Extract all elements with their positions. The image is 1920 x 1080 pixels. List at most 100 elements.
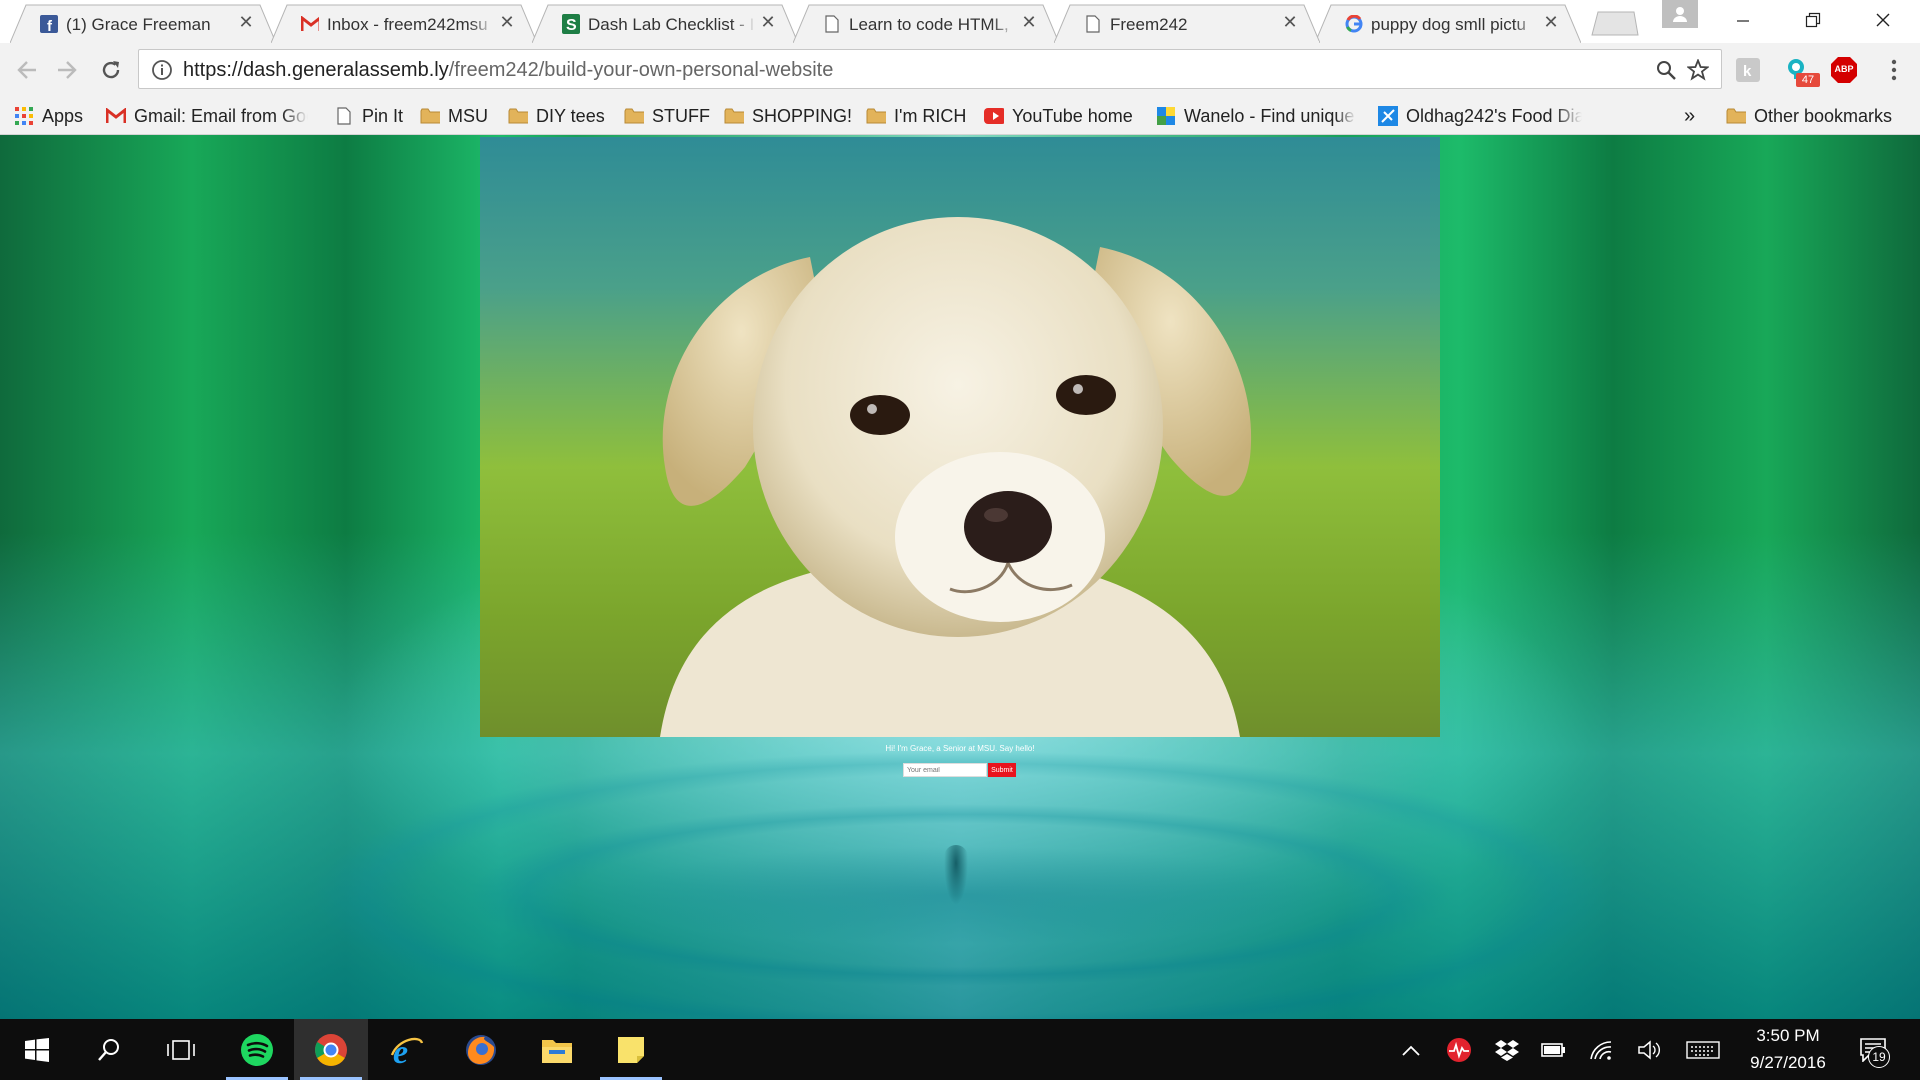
url-path: /freem242/build-your-own-personal-websit… (448, 59, 834, 81)
gmail-icon (301, 15, 319, 33)
gmail-icon (106, 107, 126, 125)
wanelo-icon (1156, 107, 1176, 125)
bookmark-apps[interactable]: Apps (14, 103, 83, 129)
browser-toolbar: https://dash.generalassemb.ly/freem242/b… (0, 43, 1920, 97)
folder-icon (866, 107, 886, 125)
start-button[interactable] (0, 1019, 74, 1080)
adblock-plus-icon[interactable]: ABP (1830, 56, 1858, 84)
taskbar-spotify[interactable] (220, 1019, 294, 1080)
taskbar-chrome-active[interactable] (294, 1019, 368, 1080)
tray-dropbox[interactable] (1490, 1033, 1524, 1067)
puppy-hero-image (480, 137, 1440, 737)
tab-dash-lab-checklist[interactable]: S Dash Lab Checklist - I ✕ (532, 4, 798, 43)
new-tab-button[interactable] (1586, 10, 1640, 36)
bookmark-wanelo[interactable]: Wanelo - Find unique (1156, 103, 1356, 129)
bookmark-folder-msu[interactable]: MSU (420, 103, 488, 129)
tray-volume[interactable] (1632, 1033, 1666, 1067)
page-icon (823, 15, 841, 33)
back-arrow-icon (17, 61, 36, 79)
bookmark-star-icon[interactable] (1687, 59, 1709, 81)
bookmarks-overflow-button[interactable]: » (1684, 103, 1695, 129)
tab-gmail[interactable]: Inbox - freem242msu ✕ (271, 4, 537, 43)
windows-taskbar: e (0, 1019, 1920, 1080)
profile-avatar-icon[interactable] (1662, 0, 1698, 28)
bookmark-folder-im-rich[interactable]: I'm RICH (866, 103, 966, 129)
tab-google-search[interactable]: puppy dog smll pictu ✕ (1315, 4, 1581, 43)
close-icon (1876, 13, 1890, 27)
tab-freem242-active[interactable]: Freem242 ✕ (1054, 4, 1320, 43)
bookmark-label: I'm RICH (894, 105, 967, 126)
internet-explorer-icon: e (390, 1034, 424, 1067)
zoom-search-icon[interactable] (1655, 59, 1677, 81)
show-hidden-icons-button[interactable] (1394, 1033, 1428, 1067)
intro-text: Hi! I'm Grace, a Senior at MSU. Say hell… (885, 744, 1035, 753)
clock-date[interactable]: 9/27/2016 (1740, 1053, 1836, 1073)
bookmark-food-diary[interactable]: Oldhag242's Food Dia (1378, 103, 1582, 129)
dropbox-icon (1495, 1040, 1519, 1061)
bookmark-label: Wanelo - Find unique (1184, 105, 1355, 126)
food-diary-icon (1378, 106, 1398, 126)
chrome-icon (315, 1033, 347, 1066)
tab-title: Learn to code HTML, (849, 15, 1009, 34)
email-field[interactable] (903, 763, 987, 777)
taskbar-search-button[interactable] (72, 1019, 146, 1080)
keyboard-icon (1686, 1041, 1720, 1059)
speaker-icon (1638, 1040, 1660, 1060)
tray-battery[interactable] (1536, 1033, 1570, 1067)
water-drop-decoration (944, 845, 968, 905)
bookmark-pin-it[interactable]: Pin It (334, 103, 403, 129)
puppy-illustration (660, 217, 1252, 737)
facebook-icon: f (40, 15, 58, 33)
taskbar-file-explorer[interactable] (520, 1019, 594, 1080)
youtube-icon (984, 107, 1004, 125)
tray-activity-monitor[interactable] (1442, 1033, 1476, 1067)
bookmark-folder-diy-tees[interactable]: DIY tees (508, 103, 605, 129)
battery-icon (1541, 1043, 1565, 1057)
submit-button[interactable]: Submit (988, 763, 1016, 777)
tab-close-button[interactable]: ✕ (497, 12, 517, 32)
tab-close-button[interactable]: ✕ (236, 12, 256, 32)
tray-touch-keyboard[interactable] (1686, 1033, 1720, 1067)
bookmark-label: STUFF (652, 105, 710, 126)
tab-close-button[interactable]: ✕ (1019, 12, 1039, 32)
restore-button[interactable] (1778, 0, 1848, 40)
tab-close-button[interactable]: ✕ (1280, 12, 1300, 32)
tab-close-button[interactable]: ✕ (1541, 12, 1561, 32)
notification-count-badge: 19 (1868, 1046, 1890, 1068)
tab-facebook[interactable]: f (1) Grace Freeman ✕ (10, 4, 276, 43)
page-icon (334, 107, 354, 125)
tab-title: Dash Lab Checklist - I (588, 15, 755, 34)
firefox-icon (466, 1034, 496, 1065)
reload-button[interactable] (94, 53, 128, 87)
task-view-button[interactable] (144, 1019, 218, 1080)
bookmark-youtube-home[interactable]: YouTube home (984, 103, 1133, 129)
address-bar[interactable]: https://dash.generalassemb.ly/freem242/b… (138, 49, 1722, 89)
minimize-button[interactable] (1708, 0, 1778, 40)
taskbar-internet-explorer[interactable]: e (370, 1019, 444, 1080)
url-host: https://dash.generalassemb.ly (183, 59, 449, 81)
sticky-notes-icon (618, 1036, 644, 1063)
taskbar-firefox[interactable] (444, 1019, 518, 1080)
search-icon (98, 1038, 119, 1061)
bookmark-gmail[interactable]: Gmail: Email from Goo (106, 103, 308, 129)
extension-k-icon[interactable]: k (1734, 56, 1762, 84)
tray-wifi[interactable] (1584, 1033, 1618, 1067)
tab-close-button[interactable]: ✕ (758, 12, 778, 32)
taskbar-sticky-notes[interactable] (594, 1019, 668, 1080)
extension-badge: 47 (1796, 73, 1820, 87)
tab-learn-to-code[interactable]: Learn to code HTML, ✕ (793, 4, 1059, 43)
bookmark-folder-shopping[interactable]: SHOPPING! (724, 103, 852, 129)
chrome-menu-icon[interactable] (1880, 56, 1908, 84)
page-background-water: Hi! I'm Grace, a Senior at MSU. Say hell… (0, 135, 1920, 1019)
bookmark-other-bookmarks[interactable]: Other bookmarks (1726, 103, 1892, 129)
adblock-label: ABP (1834, 64, 1854, 74)
file-explorer-icon (542, 1039, 572, 1063)
bookmark-label: DIY tees (536, 105, 605, 126)
back-button[interactable] (10, 53, 44, 87)
forward-button[interactable] (50, 53, 84, 87)
close-window-button[interactable] (1848, 0, 1918, 40)
bookmark-folder-stuff[interactable]: STUFF (624, 103, 710, 129)
clock-time[interactable]: 3:50 PM (1740, 1026, 1836, 1046)
info-icon[interactable] (151, 59, 173, 81)
bookmark-label: Other bookmarks (1754, 105, 1893, 126)
